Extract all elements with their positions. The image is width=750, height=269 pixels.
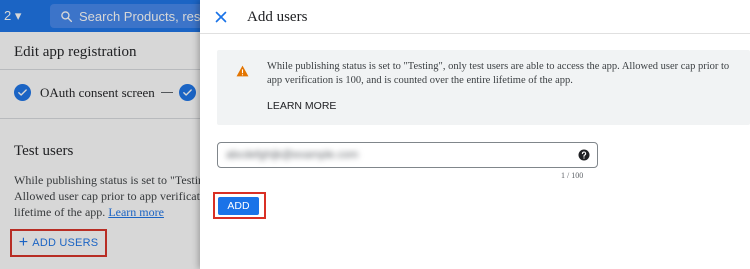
warning-icon (236, 65, 249, 77)
add-users-panel: Add users While publishing status is set… (200, 0, 750, 269)
add-button-highlight: ADD (213, 192, 266, 219)
modal-scrim[interactable] (0, 0, 200, 269)
email-value: abcdefghijk@example.com (226, 149, 359, 161)
panel-title: Add users (247, 9, 308, 25)
email-field[interactable]: abcdefghijk@example.com (217, 142, 598, 168)
add-button[interactable]: ADD (218, 197, 259, 215)
help-icon[interactable] (578, 149, 590, 161)
character-counter: 1 / 100 (561, 171, 584, 180)
close-icon[interactable] (212, 8, 230, 26)
panel-header: Add users (200, 0, 750, 34)
learn-more-button[interactable]: LEARN MORE (267, 100, 336, 112)
notice-text: While publishing status is set to "Testi… (267, 61, 730, 86)
info-notice: While publishing status is set to "Testi… (217, 50, 750, 125)
